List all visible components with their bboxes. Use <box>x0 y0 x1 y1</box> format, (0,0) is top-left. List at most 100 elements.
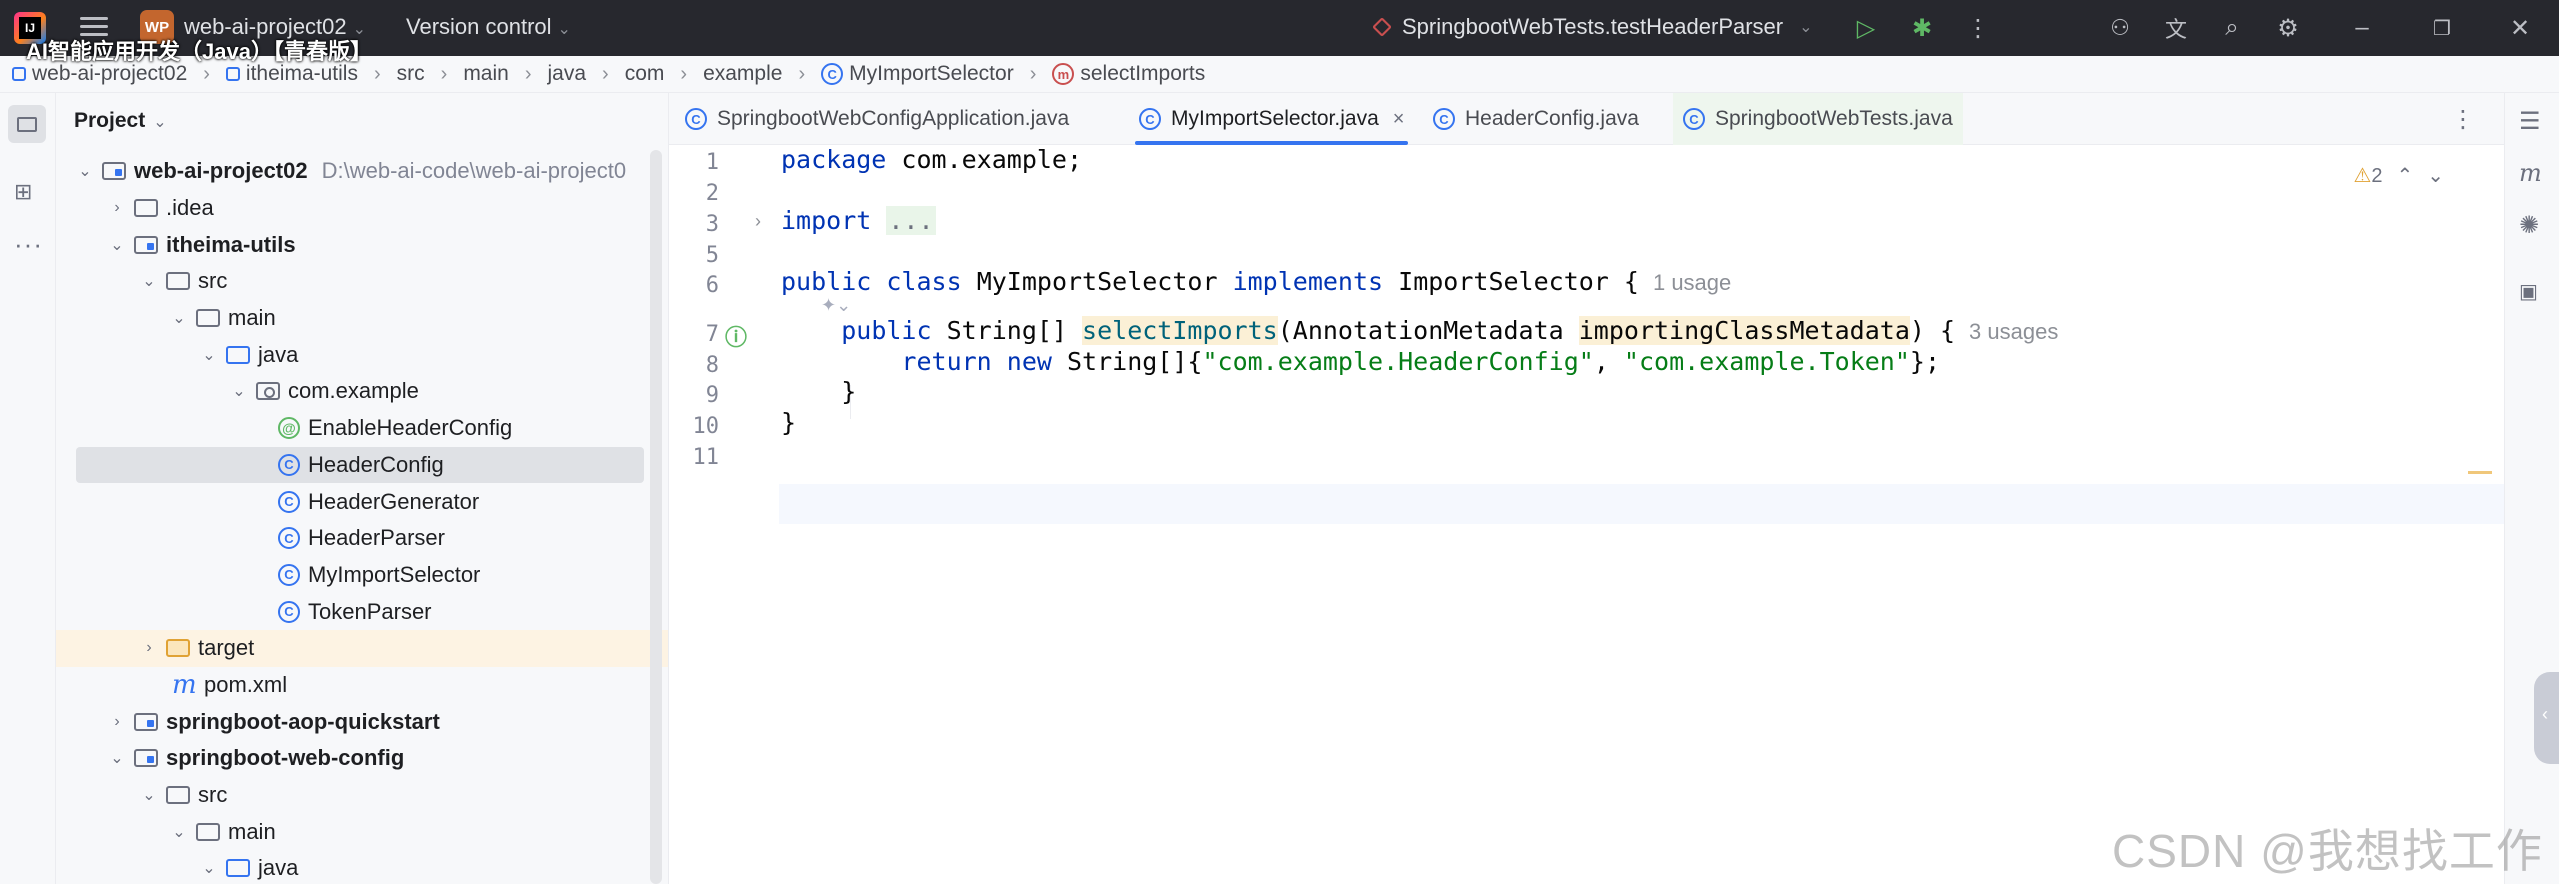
tree-item[interactable]: C TokenParser <box>56 593 668 630</box>
chevron-down-icon[interactable]: ⌄ <box>168 308 190 328</box>
usage-hint[interactable]: 1 usage <box>1653 270 1731 295</box>
tree-item[interactable]: C MyImportSelector <box>56 557 668 594</box>
more-actions-icon[interactable]: ⋮ <box>1962 12 1994 44</box>
chevron-down-icon[interactable]: ⌄ <box>198 345 220 365</box>
chevron-down-icon[interactable]: ⌄ <box>198 858 220 878</box>
code-text: (AnnotationMetadata <box>1277 316 1579 345</box>
restore-icon[interactable]: ❐ <box>2426 12 2458 44</box>
chevron-down-icon[interactable]: ⌄ <box>106 748 128 768</box>
tree-item[interactable]: ⌄ java <box>56 336 668 373</box>
csdn-watermark: CSDN @我想找工作 <box>2112 825 2543 877</box>
code-line-3: import ... <box>781 206 936 235</box>
tree-item[interactable]: ⌄ com.example <box>56 373 668 410</box>
tree-item-label: main <box>228 818 276 844</box>
implement-method-icon[interactable]: ⓘ <box>725 320 747 352</box>
maven-icon[interactable]: m <box>2519 159 2542 187</box>
line-number: 1 <box>705 150 719 175</box>
project-panel-header[interactable]: Project ⌄ <box>74 109 167 133</box>
chevron-down-icon[interactable]: ⌄ <box>138 785 160 805</box>
chevron-down-icon[interactable]: ⌄ <box>168 822 190 842</box>
tree-item[interactable]: ⌄ java <box>56 850 668 884</box>
tree-item[interactable]: ⌄ springboot-web-config <box>56 740 668 777</box>
folder-icon <box>196 309 220 328</box>
close-window-icon[interactable]: ✕ <box>2504 12 2536 44</box>
tree-item[interactable]: @ EnableHeaderConfig <box>56 410 668 447</box>
translate-icon[interactable]: 文 <box>2160 12 2192 44</box>
folded-imports[interactable]: ... <box>886 206 936 235</box>
ai-assistant-icon[interactable]: ✺ <box>2519 211 2539 240</box>
tab-springboot-web-tests[interactable]: C SpringbootWebTests.java <box>1673 93 1963 145</box>
module-folder-icon <box>134 712 158 731</box>
add-user-icon[interactable]: ⚇ <box>2104 12 2136 44</box>
tree-item[interactable]: › .idea <box>56 190 668 227</box>
fold-expand-icon[interactable]: › <box>755 211 761 232</box>
ai-assistant-icon[interactable]: ✦⌄ <box>821 295 851 316</box>
tree-item[interactable]: m pom.xml <box>56 667 668 704</box>
version-control-menu[interactable]: Version control ⌄ <box>406 14 571 40</box>
structure-icon[interactable]: ⊞ <box>14 179 32 205</box>
chevron-right-icon[interactable]: › <box>106 713 128 731</box>
project-scrollbar[interactable] <box>650 150 662 884</box>
module-icon <box>12 67 26 81</box>
chevron-down-icon[interactable]: ⌄ <box>228 381 250 401</box>
annotation-icon: @ <box>278 417 300 440</box>
tree-item[interactable]: › springboot-aop-quickstart <box>56 703 668 740</box>
search-icon[interactable]: ⌕ <box>2216 12 2248 44</box>
close-tab-icon[interactable]: × <box>1393 108 1405 131</box>
tree-item-label: TokenParser <box>308 598 432 624</box>
breadcrumb-item[interactable]: java <box>548 62 587 86</box>
debug-icon[interactable]: ✱ <box>1906 12 1938 44</box>
tree-item[interactable]: ⌄ main <box>56 300 668 337</box>
tree-item[interactable]: ⌄ src <box>56 777 668 814</box>
code-line-9: } <box>781 377 856 406</box>
tree-item[interactable]: C HeaderParser <box>56 520 668 557</box>
tree-item[interactable]: C HeaderGenerator <box>56 483 668 520</box>
chevron-right-icon[interactable]: › <box>106 199 128 217</box>
run-icon[interactable]: ▷ <box>1850 12 1882 44</box>
usage-hint[interactable]: 3 usages <box>1969 319 2058 344</box>
tree-item[interactable]: ⌄ web-ai-project02 D:\web-ai-code\web-ai-p… <box>56 153 668 190</box>
database-icon[interactable]: ☰ <box>2519 107 2541 136</box>
line-number: 8 <box>705 353 719 378</box>
breadcrumb-item[interactable]: example <box>703 62 782 86</box>
code-string: "com.example.Token" <box>1623 347 1910 376</box>
tab-header-config[interactable]: C HeaderConfig.java <box>1423 93 1649 145</box>
settings-gear-icon[interactable]: ⚙ <box>2272 12 2304 44</box>
tree-item[interactable]: ⌄ main <box>56 813 668 850</box>
minimize-icon[interactable]: – <box>2346 12 2378 44</box>
tree-item[interactable]: ⌄ src <box>56 263 668 300</box>
tree-item[interactable]: ⌄ itheima-utils <box>56 226 668 263</box>
tab-springboot-web-config-application[interactable]: C SpringbootWebConfigApplication.java <box>675 93 1079 145</box>
more-tools-icon[interactable]: ··· <box>14 229 43 260</box>
warning-marker[interactable] <box>2468 471 2492 474</box>
code-text: MyImportSelector <box>961 267 1233 296</box>
breadcrumb-item[interactable]: src <box>397 62 425 86</box>
class-icon: C <box>278 600 300 623</box>
breadcrumb-label: java <box>547 62 587 85</box>
tree-item-label: springboot-aop-quickstart <box>166 708 440 734</box>
class-icon: C <box>685 108 707 130</box>
excluded-folder-icon <box>166 639 190 658</box>
breadcrumb-label: main <box>463 62 509 85</box>
tree-item[interactable]: › target <box>56 629 668 667</box>
tree-item-label: springboot-web-config <box>166 745 405 771</box>
chevron-down-icon[interactable]: ⌄ <box>74 161 96 181</box>
chevron-left-icon: ‹ <box>2542 704 2548 724</box>
run-configuration-selector[interactable]: SpringbootWebTests.testHeaderParser ⌄ <box>1372 14 1813 40</box>
chevron-right-icon[interactable]: › <box>138 639 160 657</box>
project-tool-button[interactable] <box>8 105 46 143</box>
breadcrumb-item[interactable]: C MyImportSelector <box>821 62 1014 86</box>
tab-my-import-selector[interactable]: C MyImportSelector.java × <box>1129 93 1414 145</box>
breadcrumb-item[interactable]: m selectImports <box>1052 62 1205 86</box>
chevron-down-icon[interactable]: ⌄ <box>138 271 160 291</box>
tree-item-label: HeaderGenerator <box>308 488 480 514</box>
breadcrumb-item[interactable]: main <box>463 62 509 86</box>
breadcrumb-label: src <box>396 62 425 85</box>
breadcrumb-item[interactable]: com <box>625 62 665 86</box>
tab-options-icon[interactable]: ⋮ <box>2451 105 2475 134</box>
notifications-icon[interactable]: ▣ <box>2519 279 2538 304</box>
tree-item-selected[interactable]: C HeaderConfig <box>76 446 644 484</box>
code-area[interactable]: package com.example; import ... public c… <box>781 145 2504 884</box>
chevron-down-icon[interactable]: ⌄ <box>106 235 128 255</box>
side-panel-handle[interactable]: ‹ <box>2534 672 2559 764</box>
